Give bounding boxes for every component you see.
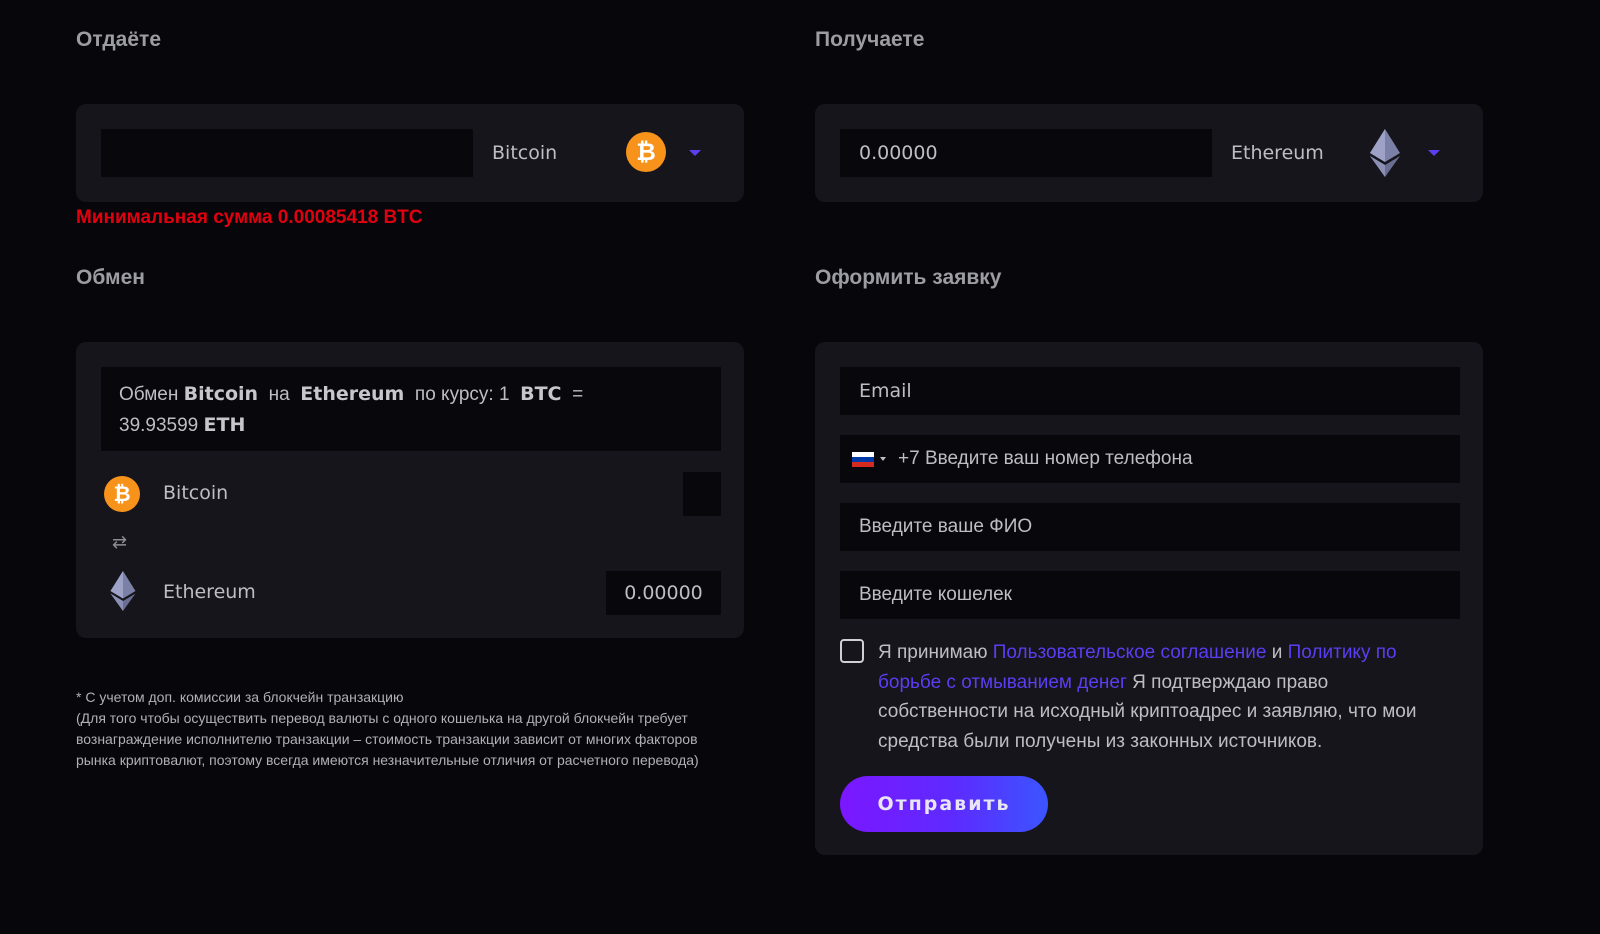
wallet-field[interactable] xyxy=(840,571,1460,619)
min-amount-error: Минимальная сумма 0.00085418 BTC xyxy=(76,207,423,228)
give-title: Отдаёт​е xyxy=(76,28,161,51)
order-title: Оформить заявку xyxy=(815,266,1002,289)
note-line: (Для того чтобы осуществить перевод валю… xyxy=(76,710,688,726)
receive-currency-name[interactable]: Ethereum xyxy=(1231,142,1324,164)
give-card: Bitcoin ₿ xyxy=(76,104,744,202)
receive-title: Получаете xyxy=(815,28,925,51)
give-currency-chevron-down-icon[interactable] xyxy=(689,150,701,156)
note-line: * С учетом доп. комиссии за блокчейн тра… xyxy=(76,689,404,705)
agree-checkbox[interactable] xyxy=(840,639,864,663)
exchange-card: Обмен Bitcoin на Ethereum по курсу: 1 BT… xyxy=(76,342,744,638)
submit-button[interactable]: Отправить xyxy=(840,776,1048,832)
exchange-from-name: Bitcoin xyxy=(163,482,229,504)
exchange-from-value xyxy=(683,472,721,516)
exchange-to-value: 0.00000 xyxy=(606,571,721,615)
ethereum-icon xyxy=(1370,129,1400,177)
phone-field[interactable] xyxy=(886,448,1460,470)
fio-field[interactable] xyxy=(840,503,1460,551)
exchange-rate: Обмен Bitcoin на Ethereum по курсу: 1 BT… xyxy=(101,367,721,451)
give-currency-name[interactable]: Bitcoin xyxy=(492,142,557,164)
ethereum-icon xyxy=(110,571,136,611)
agreement-text: Я принимаю Пользовательское соглашение и… xyxy=(878,642,1417,752)
receive-amount-input[interactable] xyxy=(840,129,1212,177)
email-field[interactable] xyxy=(840,367,1460,415)
receive-currency-chevron-down-icon[interactable] xyxy=(1428,150,1440,156)
bitcoin-icon: ₿ xyxy=(104,476,140,512)
phone-field-row xyxy=(840,435,1460,483)
order-card: Я принимаю Пользовательское соглашение и… xyxy=(815,342,1483,855)
commission-note: * С учетом доп. комиссии за блокчейн тра… xyxy=(76,687,766,771)
exchange-title: Обмен xyxy=(76,266,145,289)
exchange-to-name: Ethereum xyxy=(163,581,256,603)
exchange-page: Отдаёт​е Bitcoin ₿ Минимальная сумма 0.0… xyxy=(0,0,1600,934)
give-amount-input[interactable] xyxy=(101,129,473,177)
note-line: вознаграждение исполнителю транзакции – … xyxy=(76,731,698,747)
swap-icon[interactable]: ⇄ xyxy=(112,532,127,553)
russia-flag-icon[interactable] xyxy=(852,451,874,467)
receive-card: Ethereum xyxy=(815,104,1483,202)
note-line: рынка криптовалют, поэтому всегда имеютс… xyxy=(76,752,699,768)
bitcoin-icon: ₿ xyxy=(626,132,666,172)
user-agreement-link[interactable]: Пользовательское соглашение xyxy=(993,642,1267,663)
